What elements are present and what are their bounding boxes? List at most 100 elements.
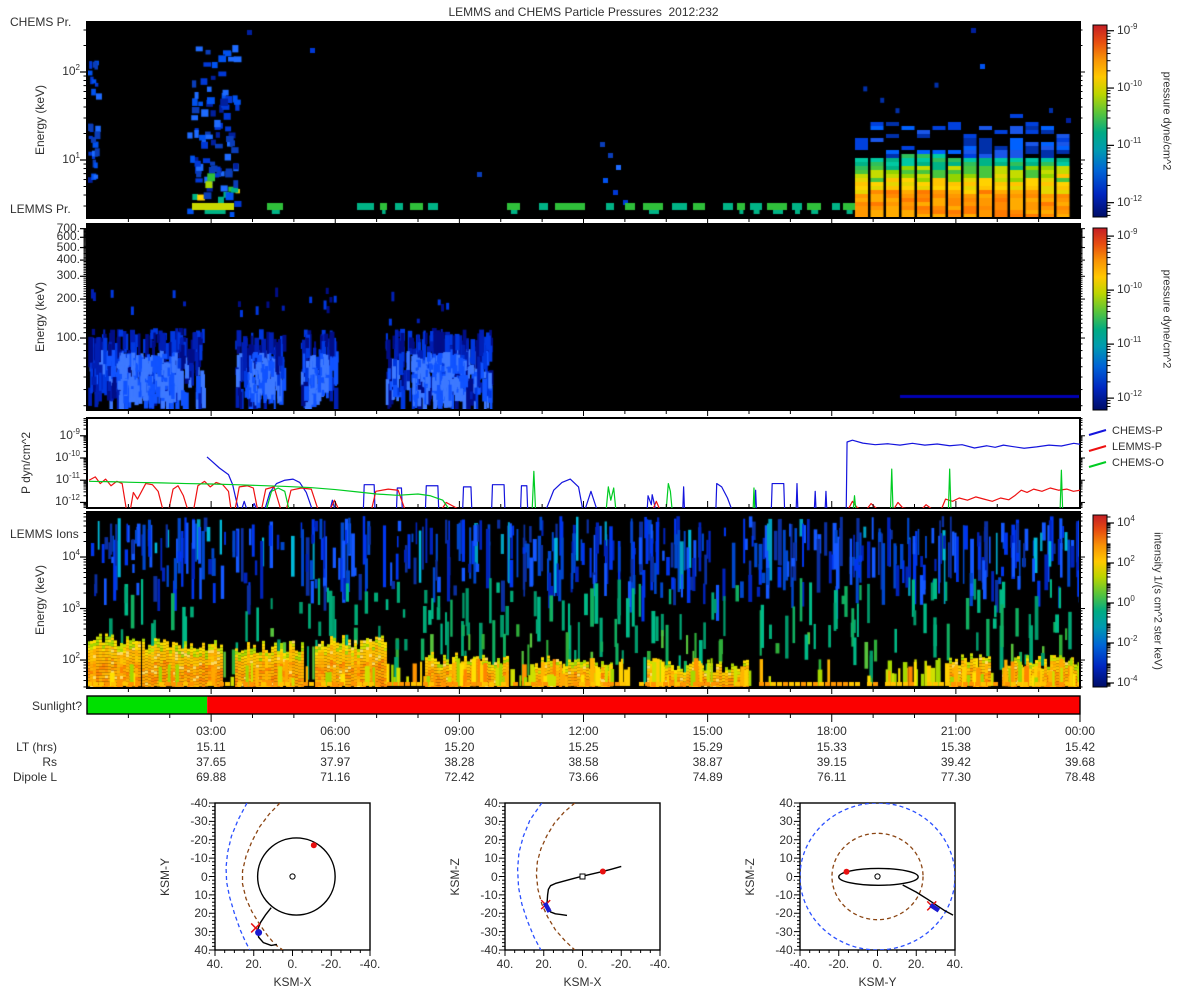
sunlight-bar: [86, 695, 1081, 715]
orbit-xlabel-0: KSM-X: [273, 975, 312, 989]
row-value: 15.20: [444, 740, 475, 754]
pressure-y-axis-tick-label: 10-12: [55, 493, 80, 509]
orbit-y-tick: -30.: [480, 925, 501, 939]
orbit-x-tick: -40.: [649, 957, 671, 971]
row-value: 37.97: [320, 755, 351, 769]
time-tick-label: 09:00: [444, 724, 475, 738]
orbit-y-tick: -40.: [775, 943, 796, 957]
chems-pressure-spectrogram: [87, 22, 1080, 218]
legend-entry-chems-o: CHEMS-O: [1112, 457, 1164, 469]
row-value: 76.11: [817, 770, 847, 784]
orbit-y-tick: -10.: [775, 888, 796, 902]
orbit-y-tick: -20.: [775, 906, 796, 920]
colorbar-2: [1092, 514, 1114, 688]
pressure-y-axis: [80, 417, 1085, 508]
orbit-y-tick: 20.: [194, 906, 211, 920]
orbit-y-tick: 30.: [779, 814, 796, 828]
panel-label-lemms: LEMMS Pr.: [10, 202, 71, 216]
legend-entry-chems-p: CHEMS-P: [1112, 425, 1163, 437]
colorbar3-label: intensity 1/(s cm^2 ster keV): [1151, 532, 1164, 670]
time-axis: [127, 714, 1081, 722]
colorbar-2-tick-label: 102: [1117, 554, 1135, 570]
pressure-y-axis-tick-label: 10-10: [55, 449, 80, 465]
row-value: 73.66: [568, 770, 599, 784]
orbit-y-tick: 0.: [785, 870, 796, 884]
orbit-ylabel-0: KSM-Y: [158, 857, 172, 896]
orbit-y-tick: -10.: [190, 851, 211, 865]
colorbar-0-tick-label: 10-10: [1117, 79, 1142, 95]
orbit-x-tick: -40.: [359, 957, 381, 971]
time-tick-label: 15:00: [692, 724, 723, 738]
row-value: 38.28: [444, 755, 475, 769]
orbit-y-tick: 30.: [194, 925, 211, 939]
panel-label-ions: LEMMS Ions: [10, 527, 79, 541]
legend-swatches: [1088, 429, 1107, 468]
legend-entry-lemms-p: LEMMS-P: [1112, 441, 1163, 453]
row-value: 78.48: [1064, 770, 1096, 784]
row-value: 15.25: [568, 740, 599, 754]
row-value: 15.29: [692, 740, 723, 754]
row-value: 39.15: [816, 755, 847, 769]
row-value: 38.87: [692, 755, 723, 769]
orbit-y-tick: 40.: [779, 796, 796, 810]
colorbar-1-tick-label: 10-11: [1117, 335, 1142, 351]
colorbar-2-tick-label: 10-2: [1117, 634, 1138, 650]
orbit-xlabel-2: KSM-Y: [858, 975, 897, 989]
row-value: 15.11: [196, 740, 226, 754]
orbit-y-tick: -40.: [190, 796, 211, 810]
row-value: 71.16: [320, 770, 351, 784]
pressure-y-axis-tick-label: 10-9: [59, 427, 80, 443]
time-tick-label: 21:00: [940, 724, 971, 738]
ions-y-axis-label: Energy (keV): [33, 564, 47, 636]
row-value: 39.68: [1064, 755, 1096, 769]
sunlight-label: Sunlight?: [31, 699, 82, 713]
orbit-y-tick: 30.: [484, 814, 501, 828]
colorbar-2-tick-label: 100: [1117, 594, 1135, 610]
row-value: 77.30: [940, 770, 971, 784]
ions-y-axis-tick-label: 103: [62, 600, 80, 616]
colorbar-1-tick-label: 10-10: [1117, 281, 1142, 297]
row-value: 15.38: [940, 740, 971, 754]
colorbar-0-tick-label: 10-12: [1117, 194, 1142, 210]
colorbar-1: [1092, 227, 1114, 411]
colorbar-0-tick-label: 10-11: [1117, 136, 1142, 152]
row-value: 15.16: [320, 740, 351, 754]
colorbar-0: [1092, 24, 1114, 218]
orbit-y-tick: -20.: [190, 833, 211, 847]
orbit-xlabel-1: KSM-X: [563, 975, 602, 989]
colorbar-1-tick-label: 10-9: [1117, 227, 1138, 243]
row-value: 15.33: [816, 740, 847, 754]
row-value: 15.42: [1064, 740, 1096, 754]
ions-y-axis-tick-label: 104: [62, 548, 80, 564]
lemms-y-axis-tick-label: 300.: [56, 268, 80, 282]
orbit-y-tick: -40.: [480, 943, 501, 957]
orbit-y-tick: 20.: [484, 833, 501, 847]
orbit-y-tick: 10.: [779, 851, 796, 865]
row-label: Dipole L: [12, 770, 57, 784]
orbit-y-tick: -20.: [480, 906, 501, 920]
orbit-y-tick: -10.: [480, 888, 501, 902]
orbit-y-tick: 10.: [194, 888, 211, 902]
row-value: 38.58: [568, 755, 599, 769]
time-tick-label: 18:00: [816, 724, 847, 738]
time-tick-label: 06:00: [320, 724, 351, 738]
orbit-ylabel-2: KSM-Z: [743, 857, 757, 896]
orbit-plot-0: [209, 802, 371, 956]
colorbar-2-tick-label: 10-4: [1117, 674, 1138, 690]
pressure-line-plot: [86, 417, 1081, 509]
trajectory-start-marker: [843, 868, 850, 875]
time-tick-label: 03:00: [196, 724, 227, 738]
time-tick-label: 12:00: [568, 724, 599, 738]
lemms-y-axis-tick-label: 400.: [56, 252, 80, 266]
orbit-y-tick: 20.: [779, 833, 796, 847]
plot-title: LEMMS and CHEMS Particle Pressures 2012:…: [448, 5, 719, 19]
lemms-y-axis-label: Energy (keV): [33, 281, 47, 353]
chems-y-axis-tick-label: 101: [62, 151, 80, 167]
orbit-plot-2: [794, 802, 956, 956]
spacecraft-position-marker: [255, 929, 263, 937]
orbit-y-tick: 10.: [484, 851, 501, 865]
chems-y-axis-label: Energy (keV): [33, 84, 47, 156]
colorbar-0-tick-label: 10-9: [1117, 22, 1138, 38]
pressure-y-axis-label: P dyn/cm^2: [19, 431, 33, 495]
colorbar1-label: pressure dyne/cm^2: [1160, 71, 1173, 171]
